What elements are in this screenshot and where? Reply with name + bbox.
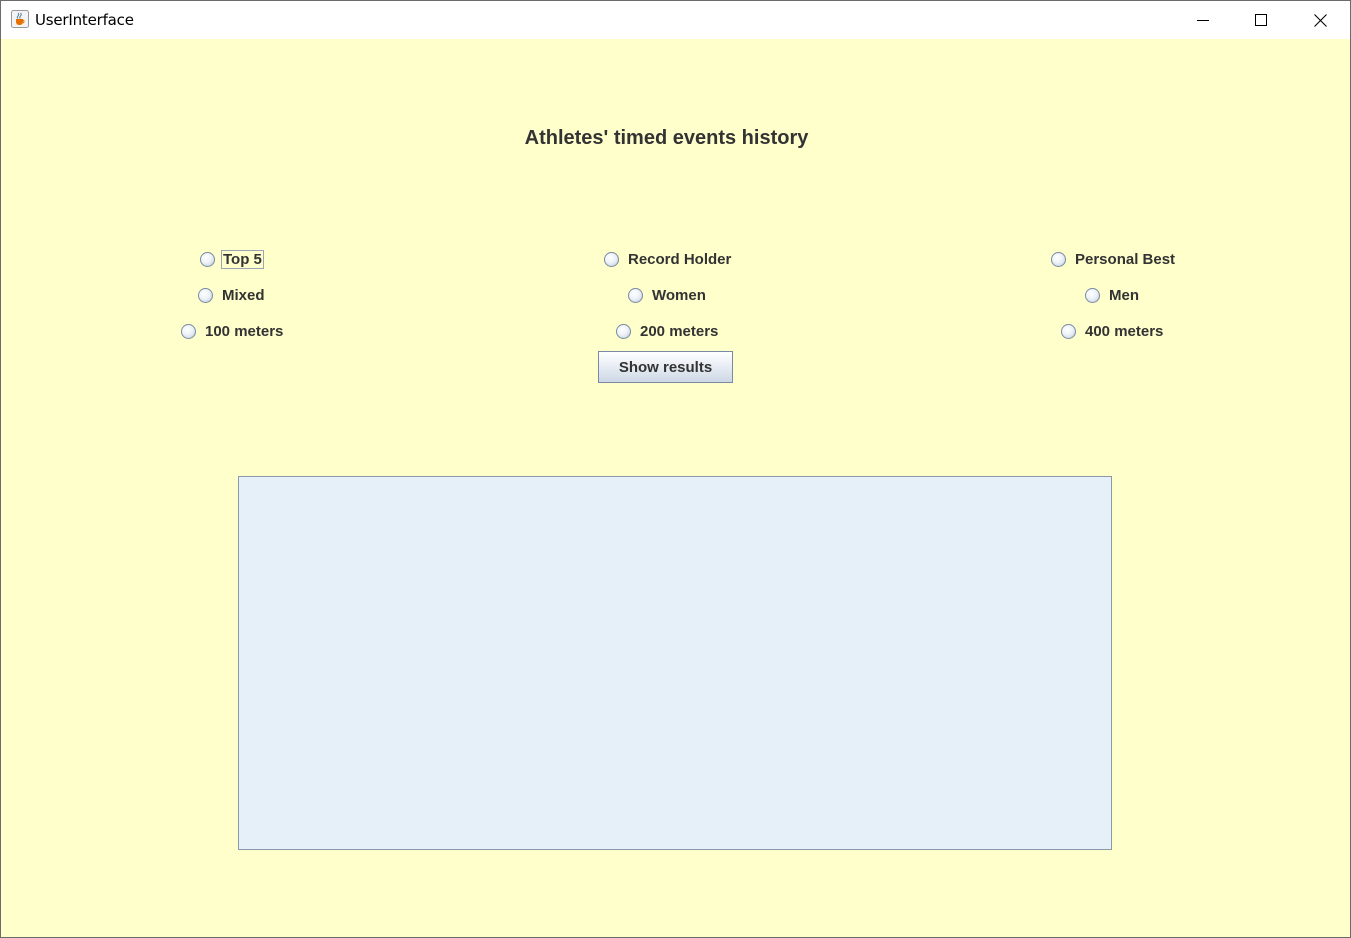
radio-circle-icon[interactable] [1061,323,1076,339]
radio-circle-icon[interactable] [198,287,213,303]
radio-label-top-5: Top 5 [221,249,264,269]
maximize-button[interactable] [1232,1,1290,39]
minimize-icon [1197,20,1209,21]
close-button[interactable] [1291,1,1349,39]
maximize-icon [1255,14,1267,26]
radio-women[interactable]: Women [628,285,706,305]
java-cup-icon [11,10,29,28]
radio-200-meters[interactable]: 200 meters [616,321,718,341]
results-text-area[interactable] [238,476,1112,850]
radio-label-200-meters: 200 meters [640,322,719,340]
radio-label-mixed: Mixed [222,286,265,304]
radio-label-100-meters: 100 meters [205,322,284,340]
close-icon [1313,13,1327,27]
page-title: Athletes' timed events history [524,127,809,149]
radio-top-5[interactable]: Top 5 [200,249,264,269]
radio-personal-best[interactable]: Personal Best [1051,249,1175,269]
radio-circle-icon[interactable] [1085,287,1100,303]
radio-circle-icon[interactable] [181,323,196,339]
radio-label-women: Women [652,286,706,304]
show-results-button[interactable]: Show results [598,351,733,383]
radio-label-men: Men [1109,286,1139,304]
radio-men[interactable]: Men [1085,285,1139,305]
window-title: UserInterface [35,11,134,29]
radio-record-holder[interactable]: Record Holder [604,249,731,269]
radio-400-meters[interactable]: 400 meters [1061,321,1163,341]
radio-100-meters[interactable]: 100 meters [181,321,283,341]
radio-circle-icon[interactable] [1051,251,1066,267]
title-bar[interactable]: UserInterface [1,1,1350,39]
radio-circle-icon[interactable] [200,251,215,267]
radio-circle-icon[interactable] [616,323,631,339]
radio-mixed[interactable]: Mixed [198,285,265,305]
radio-label-record-holder: Record Holder [628,250,732,268]
minimize-button[interactable] [1174,1,1232,39]
radio-label-400-meters: 400 meters [1085,322,1164,340]
radio-circle-icon[interactable] [604,251,619,267]
application-window: UserInterface Athletes' timed events his… [0,0,1351,938]
radio-circle-icon[interactable] [628,287,643,303]
radio-label-personal-best: Personal Best [1075,250,1176,268]
